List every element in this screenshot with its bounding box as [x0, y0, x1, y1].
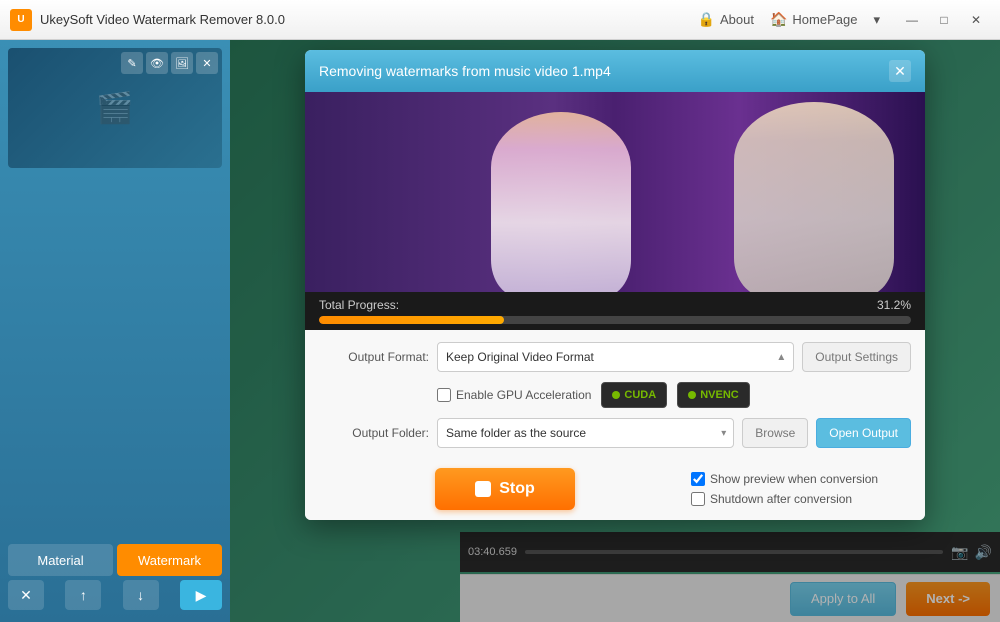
- lock-icon: 🔒: [698, 11, 715, 28]
- progress-percent: 31.2%: [877, 298, 911, 312]
- close-button[interactable]: ✕: [962, 9, 990, 31]
- stop-button[interactable]: Stop: [435, 468, 575, 510]
- content-area: 03:40.659 📷 🔊 Apply to All Next -> Remov…: [230, 40, 1000, 622]
- right-options: Show preview when conversion Shutdown af…: [691, 472, 911, 506]
- window-controls: — □ ✕: [898, 9, 990, 31]
- title-nav: 🔒 About 🏠 HomePage ▾: [698, 11, 880, 28]
- output-folder-label: Output Folder:: [319, 426, 429, 440]
- output-settings-button[interactable]: Output Settings: [802, 342, 911, 372]
- chevron-down-icon: ▾: [873, 12, 880, 28]
- output-folder-select[interactable]: Same folder as the source: [437, 418, 734, 448]
- action-row: ✕ ↑ ↓ ▶: [8, 576, 222, 614]
- output-format-select-wrapper: Keep Original Video Format ▲: [437, 342, 794, 372]
- progress-dialog: Removing watermarks from music video 1.m…: [305, 50, 925, 520]
- output-format-select[interactable]: Keep Original Video Format: [437, 342, 794, 372]
- output-format-row: Output Format: Keep Original Video Forma…: [319, 342, 911, 372]
- delete-button[interactable]: ✕: [8, 580, 44, 610]
- video-preview: [305, 92, 925, 292]
- move-up-button[interactable]: ↑: [65, 580, 101, 610]
- open-output-button[interactable]: Open Output: [816, 418, 911, 448]
- show-preview-checkbox[interactable]: [691, 472, 705, 486]
- gpu-acceleration-label[interactable]: Enable GPU Acceleration: [437, 388, 591, 402]
- shutdown-checkbox[interactable]: [691, 492, 705, 506]
- move-down-button[interactable]: ↓: [123, 580, 159, 610]
- app-title: UkeySoft Video Watermark Remover 8.0.0: [40, 12, 690, 27]
- title-bar: U UkeySoft Video Watermark Remover 8.0.0…: [0, 0, 1000, 40]
- sidebar: 🎬 ✎ 👁 🖼 ✕ Material Watermark ✕ ↑ ↓ ▶: [0, 40, 230, 622]
- progress-fill: [319, 316, 504, 324]
- output-folder-row: Output Folder: Same folder as the source…: [319, 418, 911, 448]
- sidebar-bottom: Material Watermark ✕ ↑ ↓ ▶: [8, 540, 222, 614]
- thumbnail-area: 🎬 ✎ 👁 🖼 ✕: [8, 48, 222, 168]
- video-background: [305, 92, 925, 292]
- edit-icon[interactable]: ✎: [121, 52, 143, 74]
- tab-watermark[interactable]: Watermark: [117, 544, 222, 576]
- image-icon[interactable]: 🖼: [171, 52, 193, 74]
- gpu-row: Enable GPU Acceleration CUDA NVENC: [319, 382, 911, 408]
- maximize-button[interactable]: □: [930, 9, 958, 31]
- play-button[interactable]: ▶: [180, 580, 222, 610]
- settings-area: Output Format: Keep Original Video Forma…: [305, 330, 925, 468]
- tab-area: Material Watermark: [8, 540, 222, 576]
- dialog-title: Removing watermarks from music video 1.m…: [319, 63, 611, 79]
- progress-track: [319, 316, 911, 324]
- main-layout: 🎬 ✎ 👁 🖼 ✕ Material Watermark ✕ ↑ ↓ ▶: [0, 40, 1000, 622]
- progress-label: Total Progress:: [319, 298, 399, 312]
- output-format-label: Output Format:: [319, 350, 429, 364]
- thumbnail-toolbar: ✎ 👁 🖼 ✕: [121, 52, 218, 74]
- nvenc-badge[interactable]: NVENC: [677, 382, 750, 408]
- minimize-button[interactable]: —: [898, 9, 926, 31]
- nav-about[interactable]: 🔒 About: [698, 11, 754, 28]
- dialog-title-bar: Removing watermarks from music video 1.m…: [305, 50, 925, 92]
- tab-material[interactable]: Material: [8, 544, 113, 576]
- cuda-dot: [612, 391, 620, 399]
- video-person-left: [491, 112, 631, 292]
- close-thumb-icon[interactable]: ✕: [196, 52, 218, 74]
- nav-dropdown[interactable]: ▾: [873, 12, 880, 28]
- stop-icon: [475, 481, 491, 497]
- progress-section: Total Progress: 31.2%: [305, 292, 925, 330]
- video-person-right: [734, 102, 894, 292]
- eye-icon[interactable]: 👁: [146, 52, 168, 74]
- show-preview-label[interactable]: Show preview when conversion: [691, 472, 911, 486]
- app-logo: U: [10, 9, 32, 31]
- home-icon: 🏠: [770, 11, 787, 28]
- stop-row: Stop Show preview when conversion Shutdo…: [305, 468, 925, 520]
- dialog-overlay: Removing watermarks from music video 1.m…: [230, 40, 1000, 622]
- gpu-acceleration-checkbox[interactable]: [437, 388, 451, 402]
- dialog-close-button[interactable]: ✕: [889, 60, 911, 82]
- homepage-label: HomePage: [792, 12, 857, 27]
- cuda-badge[interactable]: CUDA: [601, 382, 667, 408]
- browse-button[interactable]: Browse: [742, 418, 808, 448]
- output-folder-select-wrapper: Same folder as the source ▾: [437, 418, 734, 448]
- shutdown-label[interactable]: Shutdown after conversion: [691, 492, 911, 506]
- nav-homepage[interactable]: 🏠 HomePage: [770, 11, 857, 28]
- nvenc-dot: [688, 391, 696, 399]
- about-label: About: [720, 12, 754, 27]
